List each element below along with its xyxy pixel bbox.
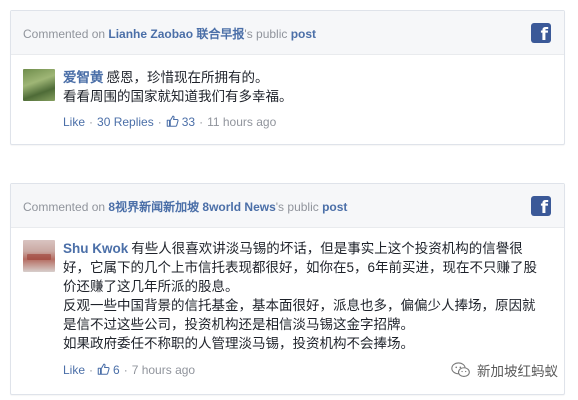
comment-text-line: 感恩，珍惜现在所拥有的。 — [106, 70, 269, 85]
comment-meta: Like · 30 Replies · 33 · 11 hours ago — [63, 115, 277, 129]
like-link[interactable]: Like — [63, 115, 85, 129]
avatar[interactable] — [23, 69, 55, 101]
like-count-value: 33 — [181, 115, 196, 129]
facebook-icon[interactable]: f — [531, 23, 551, 45]
replies-link[interactable]: 30 Replies — [97, 115, 154, 129]
comment-paragraph: Shu Kwok 有些人很喜欢讲淡马锡的坏话，但是事实上这个投资机构的信譽很好，它… — [63, 239, 548, 296]
commented-on-prefix: Commented on — [23, 200, 109, 214]
watermark: 新加坡红蚂蚁 — [451, 360, 558, 380]
comment-meta: Like · 6 · 7 hours ago — [63, 363, 196, 377]
wechat-icon — [451, 362, 470, 377]
header-suffix: 's public — [244, 27, 291, 41]
comment-author-link[interactable]: Shu Kwok — [63, 241, 128, 256]
post-link[interactable]: post — [291, 27, 316, 41]
comment-text: 有些人很喜欢讲淡马锡的坏话，但是事实上这个投资机构的信譽很好，它属下的几个上市信… — [63, 241, 538, 294]
post-link[interactable]: post — [322, 200, 347, 214]
comment-card: Commented on 8视界新闻新加坡 8world News's publ… — [10, 183, 565, 395]
comment-timestamp: 11 hours ago — [207, 115, 277, 129]
thumbs-up-icon — [97, 363, 110, 375]
comment-card: Commented on Lianhe Zaobao 联合早报's public… — [10, 10, 565, 145]
page-name-link[interactable]: 8视界新闻新加坡 8world News — [108, 200, 275, 214]
watermark-text: 新加坡红蚂蚁 — [477, 364, 558, 380]
comment-paragraph: 如果政府委任不称职的人管理淡马锡，投资机构不会捧场。 — [63, 336, 414, 351]
comment-paragraph: 反观一些中国背景的信托基金，基本面很好，派息也多，偏偏少人捧场，原因就是信不过这… — [63, 298, 536, 332]
thumbs-up-icon — [166, 115, 179, 127]
facebook-icon[interactable]: f — [531, 196, 551, 218]
like-count[interactable]: 33 — [166, 115, 195, 129]
comment-body: Shu Kwok 有些人很喜欢讲淡马锡的坏话，但是事实上这个投资机构的信譽很好，它… — [63, 239, 548, 353]
comment-body: 爱智黄 感恩，珍惜现在所拥有的。 看看周围的国家就知道我们有多幸福。 — [63, 68, 548, 106]
like-count[interactable]: 6 — [97, 363, 120, 377]
like-link[interactable]: Like — [63, 363, 85, 377]
like-count-value: 6 — [113, 363, 120, 377]
commented-on-prefix: Commented on — [23, 27, 109, 41]
card-header: Commented on Lianhe Zaobao 联合早报's public… — [11, 11, 564, 55]
header-suffix: 's public — [275, 200, 323, 214]
comment-timestamp: 7 hours ago — [131, 363, 196, 377]
page-name-link[interactable]: Lianhe Zaobao 联合早报 — [108, 27, 244, 41]
avatar[interactable] — [23, 240, 55, 272]
comment-author-link[interactable]: 爱智黄 — [63, 70, 104, 85]
comment-text-line: 看看周围的国家就知道我们有多幸福。 — [63, 89, 293, 104]
card-header: Commented on 8视界新闻新加坡 8world News's publ… — [11, 184, 564, 228]
